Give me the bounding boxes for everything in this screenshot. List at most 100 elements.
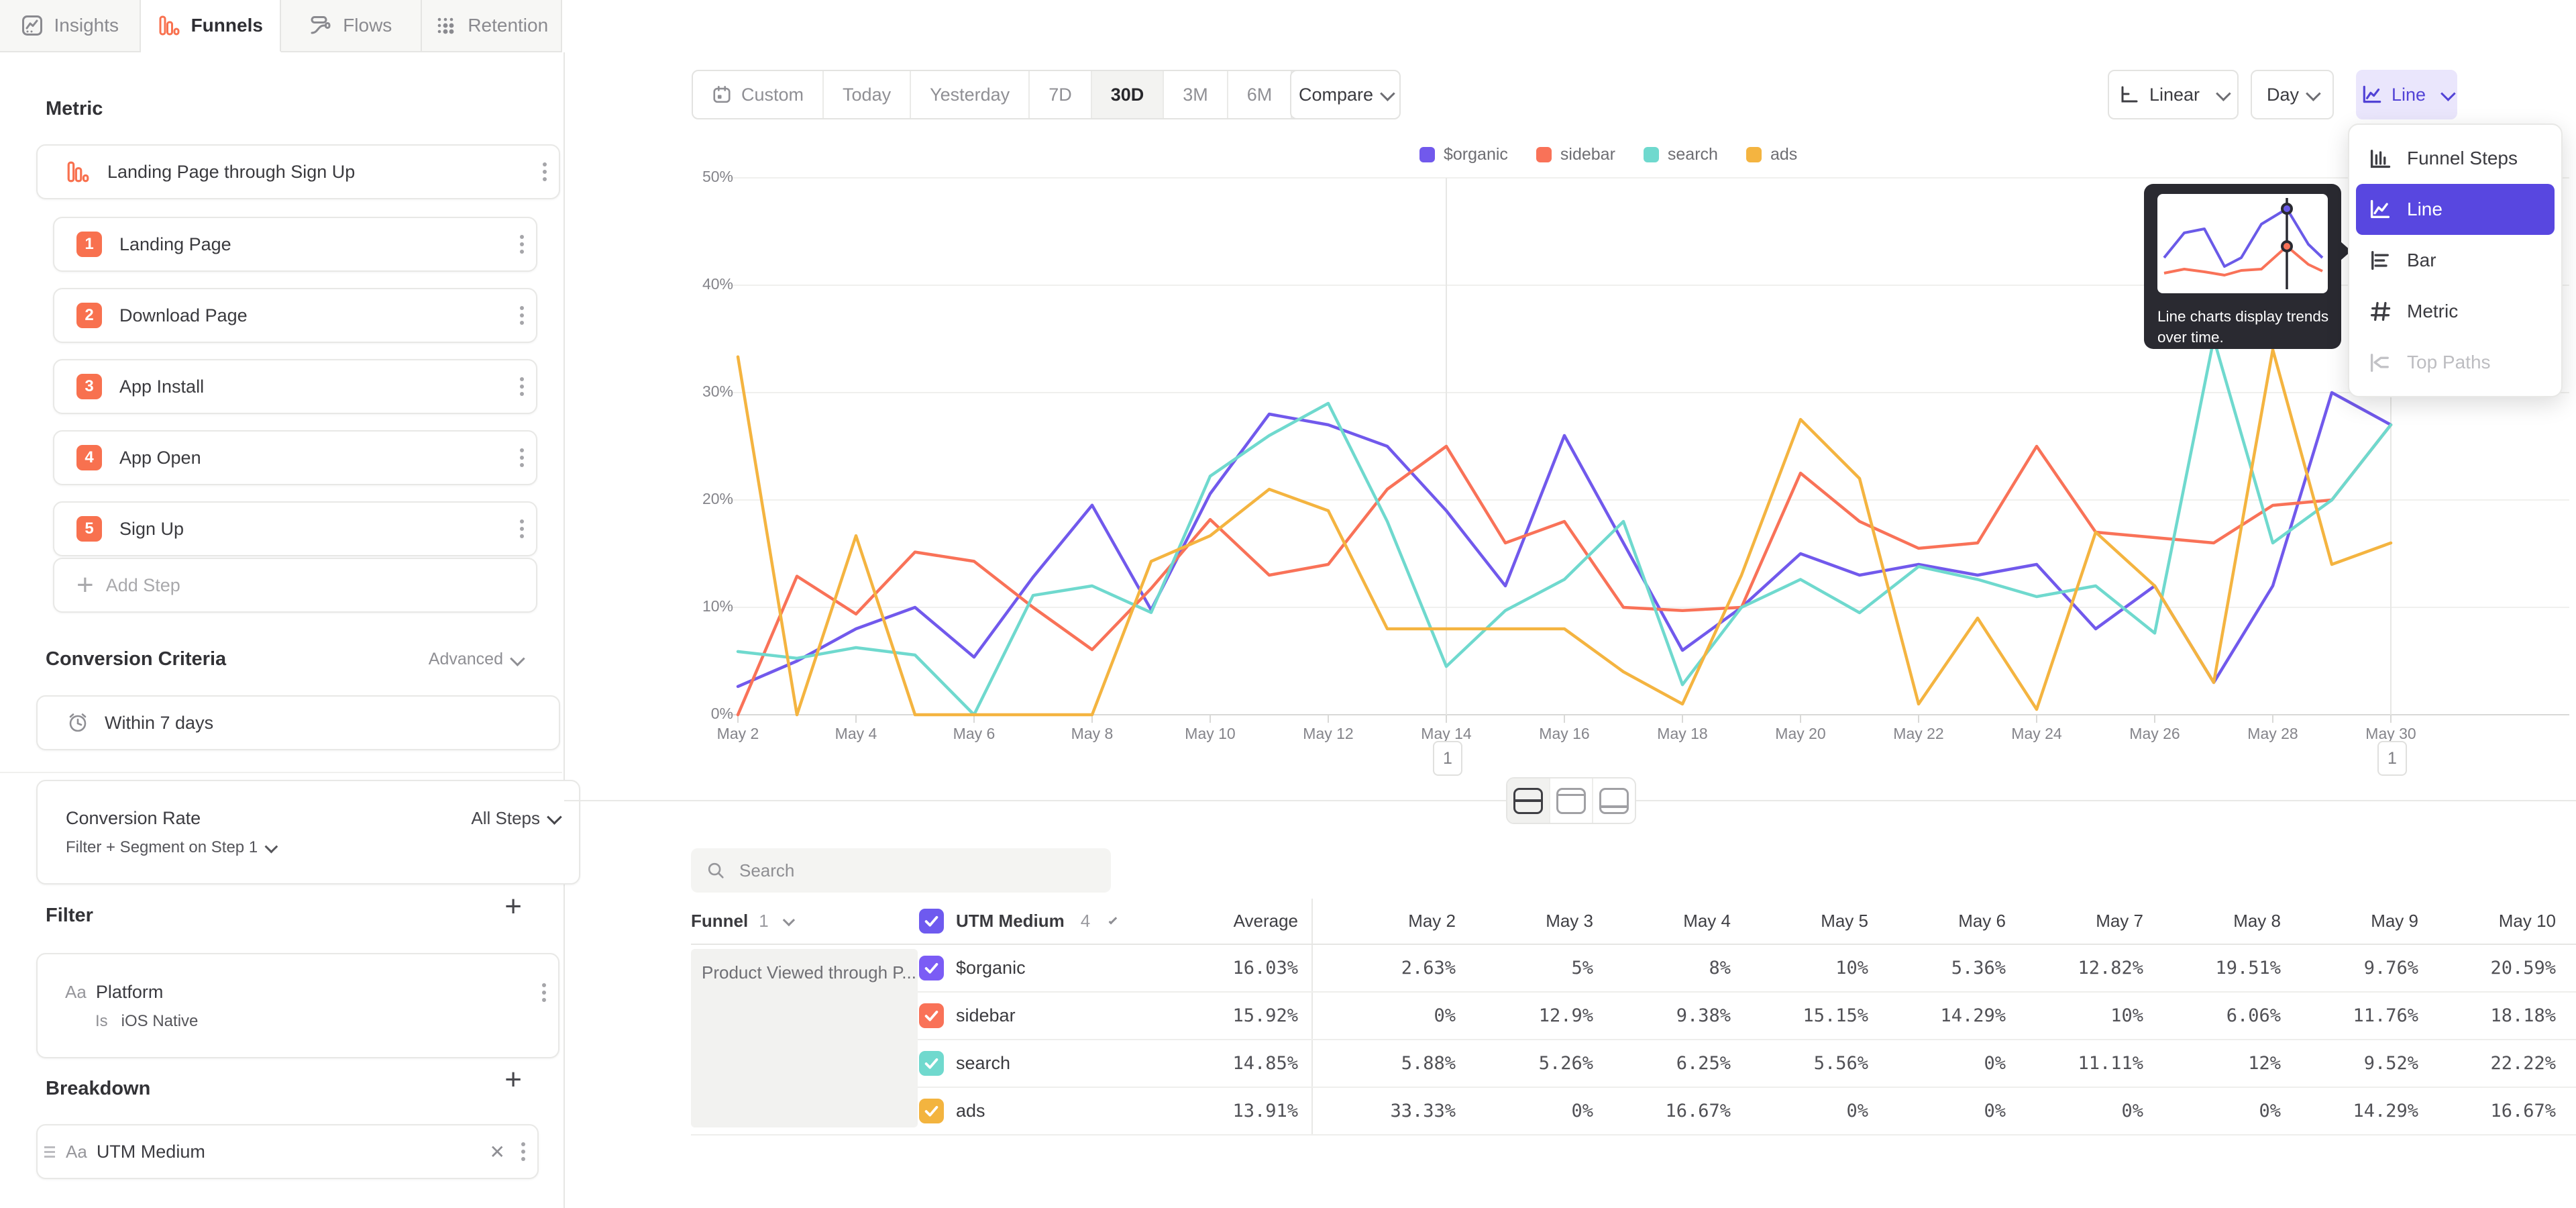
column-header-may-10[interactable]: May 10	[2432, 899, 2569, 944]
cell-value: 6.06%	[2226, 1005, 2281, 1026]
annotation-marker-may-30[interactable]: 1	[2377, 741, 2407, 776]
breakdown-card-utm-medium[interactable]: Aa UTM Medium ✕	[36, 1124, 539, 1179]
filter-card-platform[interactable]: Aa Platform Is iOS Native	[36, 953, 559, 1058]
column-header-may-3[interactable]: May 3	[1469, 899, 1607, 944]
step-kebab-button[interactable]	[508, 304, 536, 327]
cell-value: 5.26%	[1539, 1053, 1593, 1074]
value-cell: 12.82%	[2019, 945, 2157, 991]
cell-value: 9.76%	[2364, 958, 2418, 978]
cell-value: 9.52%	[2364, 1053, 2418, 1074]
clock-icon	[66, 711, 90, 735]
menu-item-top-paths[interactable]: Top Paths	[2356, 337, 2555, 388]
column-header-may-6[interactable]: May 6	[1882, 899, 2019, 944]
value-cell: 0%	[2019, 1088, 2157, 1134]
menu-item-line[interactable]: Line	[2356, 184, 2555, 235]
series-checkbox[interactable]	[919, 956, 944, 980]
add-step-label: Add Step	[106, 575, 180, 596]
funnel-steps-list: 1Landing Page2Download Page3App Install4…	[53, 217, 513, 572]
metric-card[interactable]: Landing Page through Sign Up	[36, 144, 560, 199]
step-kebab-button[interactable]	[508, 517, 536, 540]
cell-value: 5.56%	[1814, 1053, 1868, 1074]
layout-split-button[interactable]	[1507, 778, 1550, 823]
filter-segment-dropdown[interactable]: Filter + Segment on Step 1	[66, 838, 559, 857]
tab-funnels[interactable]: Funnels	[141, 0, 282, 52]
funnel-step-app-open[interactable]: 4App Open	[53, 430, 537, 485]
series-checkbox[interactable]	[919, 1003, 944, 1028]
kebab-icon	[521, 1150, 525, 1154]
cell-value: 0%	[2121, 1101, 2143, 1121]
column-header-may-4[interactable]: May 4	[1607, 899, 1744, 944]
add-step-button[interactable]: + Add Step	[53, 558, 537, 613]
drag-handle-icon[interactable]	[44, 1151, 55, 1153]
step-kebab-button[interactable]	[508, 375, 536, 398]
series-checkbox[interactable]	[919, 1099, 944, 1123]
column-header-average[interactable]: Average	[1114, 899, 1311, 944]
tab-insights[interactable]: Insights	[0, 0, 141, 52]
column-header-may-7[interactable]: May 7	[2019, 899, 2157, 944]
add-filter-button[interactable]: +	[504, 897, 522, 919]
metric-kebab-button[interactable]	[531, 160, 559, 183]
series-checkbox[interactable]	[919, 1051, 944, 1076]
kebab-icon	[520, 385, 524, 389]
remove-breakdown-button[interactable]: ✕	[486, 1134, 509, 1170]
value-cell: 18.18%	[2432, 993, 2569, 1039]
series-checkbox[interactable]	[919, 909, 944, 934]
funnel-step-landing-page[interactable]: 1Landing Page	[53, 217, 537, 272]
funnel-step-download-page[interactable]: 2Download Page	[53, 288, 537, 343]
funnel-column-header[interactable]: Funnel1	[691, 899, 919, 944]
string-type-icon: Aa	[65, 982, 87, 1003]
tab-label: Funnels	[191, 15, 263, 36]
cell-value: 8%	[1709, 958, 1731, 978]
conversion-rate-scope-dropdown[interactable]: All Steps	[471, 808, 559, 829]
breakdown-column-header[interactable]: UTM Medium4	[919, 899, 1114, 944]
table-header-row: Funnel1UTM Medium4AverageMay 2May 3May 4…	[691, 899, 2576, 945]
retention-icon	[434, 14, 457, 37]
search-input[interactable]	[738, 860, 1076, 882]
series-name-cell[interactable]: search	[919, 1040, 1114, 1087]
funnel-step-sign-up[interactable]: 5Sign Up	[53, 501, 537, 556]
conversion-window-card[interactable]: Within 7 days	[36, 695, 560, 750]
filter-segment-label: Filter + Segment on Step 1	[66, 838, 258, 857]
series-name-cell[interactable]: $organic	[919, 945, 1114, 991]
value-cell: 6.25%	[1607, 1040, 1744, 1087]
cell-value: 15.92%	[1232, 1005, 1298, 1026]
y-axis-label: 10%	[650, 597, 733, 615]
table-search[interactable]	[691, 848, 1111, 893]
funnel-step-app-install[interactable]: 3App Install	[53, 359, 537, 414]
layout-table-only-button[interactable]	[1593, 778, 1635, 823]
kebab-icon	[543, 170, 547, 174]
annotation-marker-may-14[interactable]: 1	[1433, 741, 1462, 776]
cell-value: 6.25%	[1676, 1053, 1731, 1074]
add-breakdown-button[interactable]: +	[504, 1070, 522, 1093]
step-number-badge: 4	[76, 445, 102, 470]
filter-kebab-button[interactable]	[530, 981, 558, 1004]
x-axis-label: May 6	[927, 725, 1021, 743]
series-name-cell[interactable]: ads	[919, 1088, 1114, 1134]
value-cell: 0%	[1311, 993, 1469, 1039]
column-header-may-9[interactable]: May 9	[2294, 899, 2432, 944]
layout-chart-only-button[interactable]	[1550, 778, 1593, 823]
value-cell: 0%	[1469, 1088, 1607, 1134]
step-kebab-button[interactable]	[508, 446, 536, 469]
tooltip-text: Line charts display trends over time.	[2157, 306, 2332, 348]
funnel-metric-icon	[66, 160, 90, 184]
menu-item-funnel-steps[interactable]: Funnel Steps	[2356, 133, 2555, 184]
column-header-may-2[interactable]: May 2	[1311, 899, 1469, 944]
menu-item-bar[interactable]: Bar	[2356, 235, 2555, 286]
menu-item-metric[interactable]: Metric	[2356, 286, 2555, 337]
tab-flows[interactable]: Flows	[281, 0, 422, 52]
column-header-may-5[interactable]: May 5	[1744, 899, 1882, 944]
breakdown-kebab-button[interactable]	[509, 1140, 537, 1163]
mini-line-chart	[2157, 194, 2328, 293]
advanced-toggle[interactable]: Advanced	[429, 650, 522, 669]
main-panel: CustomTodayYesterday7D30D3M6M12M Compare…	[564, 0, 2576, 1208]
tab-retention[interactable]: Retention	[422, 0, 563, 52]
series-name-cell[interactable]: sidebar	[919, 993, 1114, 1039]
step-kebab-button[interactable]	[508, 233, 536, 256]
plus-icon: +	[76, 575, 94, 595]
column-header-may-8[interactable]: May 8	[2157, 899, 2294, 944]
funnel-name-cell[interactable]: Product Viewed through P...	[691, 949, 918, 1127]
x-axis-label: May 24	[1990, 725, 2084, 743]
breakdown-section-label: Breakdown	[46, 1078, 150, 1100]
cell-value: 14.29%	[1940, 1005, 2006, 1026]
